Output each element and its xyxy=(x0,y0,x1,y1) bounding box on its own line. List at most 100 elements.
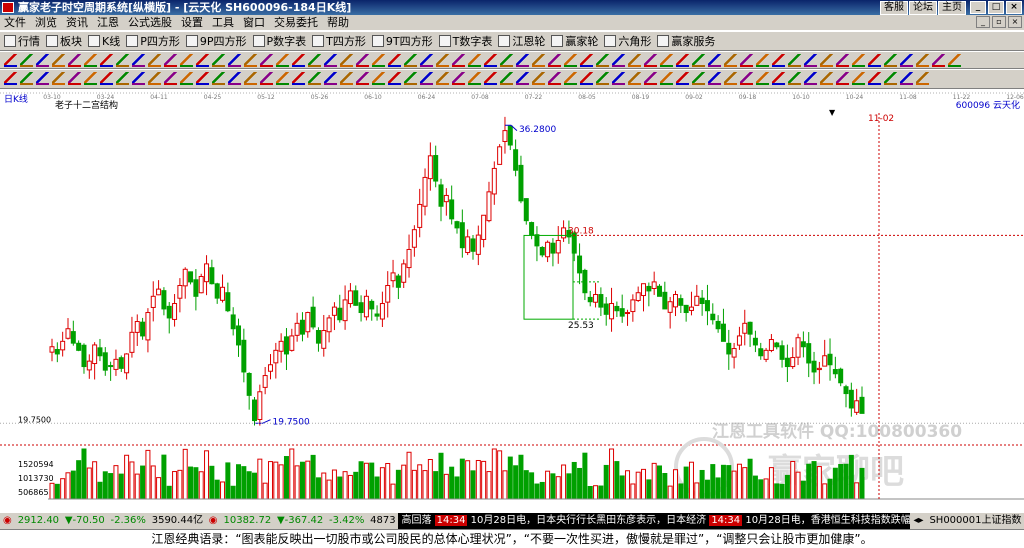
draw-tool-31-icon[interactable] xyxy=(484,54,497,67)
analysis-tool-40-icon[interactable] xyxy=(628,72,641,85)
analysis-tool-44-icon[interactable] xyxy=(692,72,705,85)
analysis-tool-15-icon[interactable] xyxy=(228,72,241,85)
menu-window[interactable]: 窗口 xyxy=(243,15,265,30)
analysis-tool-25-icon[interactable] xyxy=(388,72,401,85)
draw-tool-12-icon[interactable] xyxy=(180,54,193,67)
mdi-close-button[interactable]: × xyxy=(1008,16,1022,28)
analysis-tool-53-icon[interactable] xyxy=(836,72,849,85)
analysis-tool-1-icon[interactable] xyxy=(4,72,17,85)
draw-tool-60-icon[interactable] xyxy=(948,54,961,67)
draw-tool-11-icon[interactable] xyxy=(164,54,177,67)
menu-settings[interactable]: 设置 xyxy=(181,15,203,30)
analysis-tool-3-icon[interactable] xyxy=(36,72,49,85)
draw-tool-54-icon[interactable] xyxy=(852,54,865,67)
draw-tool-36-icon[interactable] xyxy=(564,54,577,67)
draw-tool-51-icon[interactable] xyxy=(804,54,817,67)
analysis-tool-58-icon[interactable] xyxy=(916,72,929,85)
draw-tool-32-icon[interactable] xyxy=(500,54,513,67)
draw-tool-56-icon[interactable] xyxy=(884,54,897,67)
toolbar-blocks-button[interactable]: 板块 xyxy=(46,33,82,49)
draw-tool-57-icon[interactable] xyxy=(900,54,913,67)
draw-tool-10-icon[interactable] xyxy=(148,54,161,67)
analysis-tool-23-icon[interactable] xyxy=(356,72,369,85)
mdi-restore-button[interactable]: ▫ xyxy=(992,16,1006,28)
draw-tool-23-icon[interactable] xyxy=(356,54,369,67)
analysis-tool-10-icon[interactable] xyxy=(148,72,161,85)
draw-tool-17-icon[interactable] xyxy=(260,54,273,67)
draw-tool-1-icon[interactable] xyxy=(4,54,17,67)
analysis-tool-19-icon[interactable] xyxy=(292,72,305,85)
draw-tool-40-icon[interactable] xyxy=(628,54,641,67)
toolbar-9p-square-button[interactable]: 9P四方形 xyxy=(185,33,247,49)
analysis-tool-43-icon[interactable] xyxy=(676,72,689,85)
analysis-tool-5-icon[interactable] xyxy=(68,72,81,85)
draw-tool-42-icon[interactable] xyxy=(660,54,673,67)
toolbar-gann-wheel-button[interactable]: 江恩轮 xyxy=(498,33,545,49)
analysis-tool-28-icon[interactable] xyxy=(436,72,449,85)
draw-tool-21-icon[interactable] xyxy=(324,54,337,67)
analysis-tool-17-icon[interactable] xyxy=(260,72,273,85)
analysis-tool-45-icon[interactable] xyxy=(708,72,721,85)
analysis-tool-31-icon[interactable] xyxy=(484,72,497,85)
toolbar-t-table-button[interactable]: T数字表 xyxy=(438,33,492,49)
draw-tool-29-icon[interactable] xyxy=(452,54,465,67)
analysis-tool-11-icon[interactable] xyxy=(164,72,177,85)
menu-formula[interactable]: 公式选股 xyxy=(128,15,172,30)
draw-tool-30-icon[interactable] xyxy=(468,54,481,67)
forum-link[interactable]: 论坛 xyxy=(909,1,937,15)
draw-tool-25-icon[interactable] xyxy=(388,54,401,67)
toolbar-hexagon-button[interactable]: 六角形 xyxy=(604,33,651,49)
analysis-tool-54-icon[interactable] xyxy=(852,72,865,85)
analysis-tool-27-icon[interactable] xyxy=(420,72,433,85)
toolbar-service-button[interactable]: 赢家服务 xyxy=(657,33,715,49)
draw-tool-46-icon[interactable] xyxy=(724,54,737,67)
analysis-tool-57-icon[interactable] xyxy=(900,72,913,85)
analysis-tool-34-icon[interactable] xyxy=(532,72,545,85)
analysis-tool-26-icon[interactable] xyxy=(404,72,417,85)
analysis-tool-35-icon[interactable] xyxy=(548,72,561,85)
draw-tool-49-icon[interactable] xyxy=(772,54,785,67)
draw-tool-55-icon[interactable] xyxy=(868,54,881,67)
draw-tool-58-icon[interactable] xyxy=(916,54,929,67)
draw-tool-50-icon[interactable] xyxy=(788,54,801,67)
menu-tools[interactable]: 工具 xyxy=(212,15,234,30)
menu-help[interactable]: 帮助 xyxy=(327,15,349,30)
toolbar-p-table-button[interactable]: P数字表 xyxy=(252,33,306,49)
draw-tool-44-icon[interactable] xyxy=(692,54,705,67)
analysis-tool-21-icon[interactable] xyxy=(324,72,337,85)
analysis-tool-24-icon[interactable] xyxy=(372,72,385,85)
draw-tool-35-icon[interactable] xyxy=(548,54,561,67)
toolbar-9t-square-button[interactable]: 9T四方形 xyxy=(371,33,433,49)
analysis-tool-4-icon[interactable] xyxy=(52,72,65,85)
analysis-tool-38-icon[interactable] xyxy=(596,72,609,85)
draw-tool-6-icon[interactable] xyxy=(84,54,97,67)
analysis-tool-42-icon[interactable] xyxy=(660,72,673,85)
analysis-tool-50-icon[interactable] xyxy=(788,72,801,85)
draw-tool-20-icon[interactable] xyxy=(308,54,321,67)
draw-tool-48-icon[interactable] xyxy=(756,54,769,67)
draw-tool-41-icon[interactable] xyxy=(644,54,657,67)
draw-tool-8-icon[interactable] xyxy=(116,54,129,67)
draw-tool-28-icon[interactable] xyxy=(436,54,449,67)
draw-tool-52-icon[interactable] xyxy=(820,54,833,67)
menu-gann[interactable]: 江恩 xyxy=(97,15,119,30)
analysis-tool-56-icon[interactable] xyxy=(884,72,897,85)
analysis-tool-8-icon[interactable] xyxy=(116,72,129,85)
minimize-button[interactable]: _ xyxy=(970,1,986,14)
draw-tool-59-icon[interactable] xyxy=(932,54,945,67)
draw-tool-43-icon[interactable] xyxy=(676,54,689,67)
analysis-tool-29-icon[interactable] xyxy=(452,72,465,85)
draw-tool-37-icon[interactable] xyxy=(580,54,593,67)
analysis-tool-22-icon[interactable] xyxy=(340,72,353,85)
analysis-tool-49-icon[interactable] xyxy=(772,72,785,85)
analysis-tool-48-icon[interactable] xyxy=(756,72,769,85)
service-link[interactable]: 客服 xyxy=(880,1,908,15)
analysis-tool-37-icon[interactable] xyxy=(580,72,593,85)
draw-tool-7-icon[interactable] xyxy=(100,54,113,67)
analysis-tool-47-icon[interactable] xyxy=(740,72,753,85)
draw-tool-16-icon[interactable] xyxy=(244,54,257,67)
menu-file[interactable]: 文件 xyxy=(4,15,26,30)
analysis-tool-32-icon[interactable] xyxy=(500,72,513,85)
news-scroll-button[interactable]: ◂▸ xyxy=(910,513,926,529)
draw-tool-22-icon[interactable] xyxy=(340,54,353,67)
